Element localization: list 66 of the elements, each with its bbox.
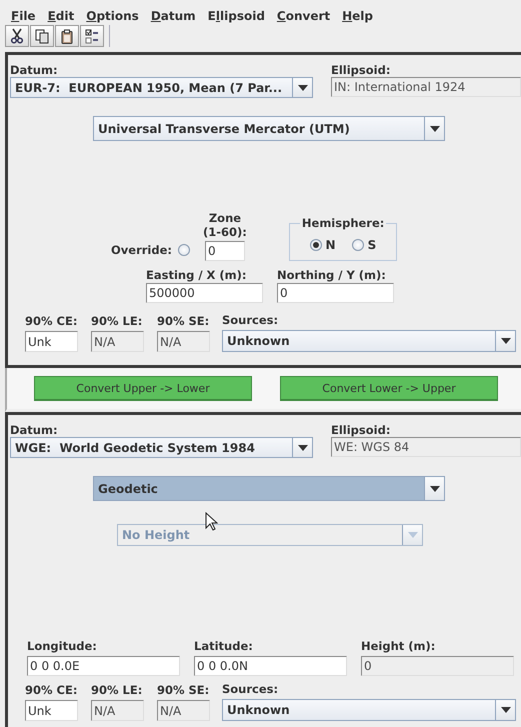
- coordinate-label: Latitude:: [194, 639, 254, 653]
- convert-button[interactable]: Convert Upper -> Lower: [34, 376, 252, 401]
- ellipsoid-label: Ellipsoid:: [331, 63, 392, 77]
- sources-dropdown[interactable]: Unknown: [222, 699, 516, 721]
- menu-item[interactable]: Edit: [48, 9, 74, 22]
- zone-field[interactable]: 0: [204, 241, 245, 261]
- menu-item[interactable]: Ellipsoid: [208, 9, 265, 22]
- sources-label: Sources:: [222, 313, 280, 327]
- coordinate-field[interactable]: 0 0 0.0N: [194, 656, 347, 676]
- zone-label: Zone: [208, 211, 242, 225]
- checklist-icon: [85, 28, 99, 44]
- projection-dropdown[interactable]: Geodetic: [93, 476, 445, 501]
- convert-button[interactable]: Convert Lower -> Upper: [280, 376, 498, 401]
- coordinate-label: Height (m):: [361, 639, 436, 653]
- accuracy-label: 90% LE:: [91, 314, 144, 328]
- ellipsoid-field: WE: WGS 84: [331, 437, 521, 457]
- projection-dropdown[interactable]: Universal Transverse Mercator (UTM): [93, 116, 445, 141]
- accuracy-label: 90% SE:: [157, 314, 210, 328]
- accuracy-field[interactable]: Unk: [25, 331, 78, 352]
- accuracy-label: 90% CE:: [25, 314, 78, 328]
- dropdown-arrow-icon: [500, 707, 510, 713]
- coordinate-field[interactable]: 500000: [146, 283, 263, 303]
- dropdown-arrow-icon: [298, 84, 308, 90]
- menu-item[interactable]: Datum: [150, 9, 196, 22]
- coordinate-label: Easting / X (m):: [146, 268, 248, 282]
- copy-icon: [35, 28, 49, 44]
- dropdown-arrow-icon: [298, 444, 308, 450]
- coordinate-field[interactable]: 0 0 0.0E: [27, 656, 180, 676]
- coordinate-label: Longitude:: [27, 639, 98, 653]
- toolbar-button[interactable]: [80, 25, 104, 47]
- dropdown-arrow-icon: [408, 532, 418, 538]
- toolbar-button[interactable]: [30, 25, 54, 47]
- accuracy-label: 90% CE:: [25, 683, 78, 697]
- dropdown-arrow-icon: [430, 126, 440, 132]
- dropdown-arrow-icon: [500, 338, 510, 344]
- override-label: Override:: [111, 243, 172, 257]
- coordinate-label: Northing / Y (m):: [277, 268, 387, 282]
- sources-label: Sources:: [222, 682, 280, 696]
- hemisphere-label: Hemisphere:: [300, 216, 386, 230]
- override-radio[interactable]: [178, 244, 190, 256]
- radio-label: N: [326, 238, 336, 252]
- accuracy-field[interactable]: Unk: [25, 700, 78, 721]
- accuracy-label: 90% SE:: [157, 683, 210, 697]
- menu-item[interactable]: Convert: [276, 9, 330, 22]
- dropdown-arrow-icon: [430, 486, 440, 492]
- menu-item[interactable]: File: [11, 9, 36, 22]
- hemisphere-radio[interactable]: [310, 239, 322, 251]
- hemisphere-radio[interactable]: [352, 239, 364, 251]
- menu-item[interactable]: Help: [342, 9, 374, 22]
- ellipsoid-label: Ellipsoid:: [331, 423, 392, 437]
- datum-label: Datum:: [10, 63, 59, 77]
- ellipsoid-field: IN: International 1924: [331, 77, 521, 97]
- clipboard-icon: [61, 28, 73, 44]
- datum-label: Datum:: [10, 423, 59, 437]
- scissors-icon: [10, 28, 24, 44]
- radio-label: S: [368, 238, 376, 252]
- zone-label: (1-60):: [203, 225, 247, 239]
- menu-item[interactable]: Options: [86, 9, 139, 22]
- toolbar-button[interactable]: [5, 25, 29, 47]
- coordinate-field[interactable]: 0: [277, 283, 394, 303]
- mouse-pointer-icon: [205, 512, 218, 531]
- accuracy-label: 90% LE:: [91, 683, 144, 697]
- datum-dropdown[interactable]: EUR-7: EUROPEAN 1950, Mean (7 Par...: [10, 77, 313, 98]
- datum-dropdown[interactable]: WGE: World Geodetic System 1984: [10, 437, 313, 458]
- sources-dropdown[interactable]: Unknown: [222, 330, 516, 352]
- toolbar-button[interactable]: [55, 25, 79, 47]
